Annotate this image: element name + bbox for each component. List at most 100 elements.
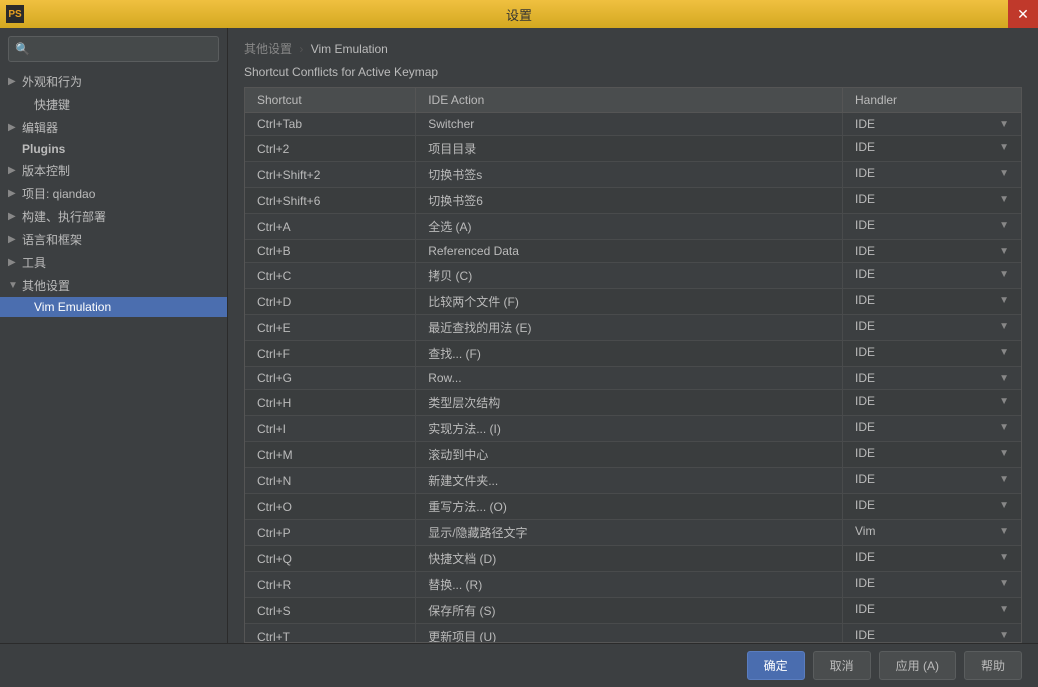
tree-arrow-icon: ▶ (8, 211, 18, 222)
handler-dropdown-icon[interactable]: ▼ (999, 142, 1009, 153)
table-row[interactable]: Ctrl+D比较两个文件 (F)IDE▼ (245, 289, 1021, 315)
sidebar-item-other[interactable]: ▼其他设置 (0, 274, 227, 297)
cell-handler[interactable]: IDE▼ (843, 188, 1021, 210)
sidebar-item-build[interactable]: ▶ 构建、执行部署 (0, 205, 227, 228)
close-button[interactable]: ✕ (1008, 0, 1038, 28)
window-title: 设置 (506, 5, 532, 24)
help-button[interactable]: 帮助 (964, 651, 1022, 680)
cancel-button[interactable]: 取消 (813, 651, 871, 680)
cell-handler[interactable]: IDE▼ (843, 442, 1021, 464)
cell-action: Switcher (416, 113, 843, 136)
handler-value: IDE (855, 218, 875, 232)
table-row[interactable]: Ctrl+P显示/隐藏路径文字Vim▼ (245, 520, 1021, 546)
table-row[interactable]: Ctrl+C拷贝 (C)IDE▼ (245, 263, 1021, 289)
cell-handler[interactable]: IDE▼ (843, 624, 1021, 643)
col-handler: Handler (843, 88, 1021, 113)
cell-handler[interactable]: IDE ▼ (843, 546, 1021, 568)
apply-button[interactable]: 应用 (A) (879, 651, 956, 680)
cell-handler[interactable]: IDE▼ (843, 598, 1021, 620)
table-row[interactable]: Ctrl+O重写方法... (O)IDE▼ (245, 494, 1021, 520)
table-row[interactable]: Ctrl+A全选 (A)IDE▼ (245, 214, 1021, 240)
cell-shortcut: Ctrl+Tab (245, 113, 416, 136)
tree-arrow-icon: ▶ (8, 76, 18, 87)
sidebar-tree: ▶外观和行为快捷键▶编辑器 Plugins ▶版本控制▶项目: qiandao ▶ 构建… (0, 70, 227, 643)
table-row[interactable]: Ctrl+BReferenced DataIDE▼ (245, 240, 1021, 263)
table-row[interactable]: Ctrl+E最近查找的用法 (E)IDE▼ (245, 315, 1021, 341)
handler-dropdown-icon[interactable]: ▼ (999, 604, 1009, 615)
handler-dropdown-icon[interactable]: ▼ (999, 373, 1009, 384)
sidebar-item-label: Plugins (22, 142, 65, 156)
handler-dropdown-icon[interactable]: ▼ (999, 220, 1009, 231)
handler-value: IDE (855, 550, 875, 564)
cell-handler[interactable]: IDE▼ (843, 572, 1021, 594)
table-row[interactable]: Ctrl+2项目目录IDE▼ (245, 136, 1021, 162)
table-row[interactable]: Ctrl+T更新项目 (U)IDE▼ (245, 624, 1021, 644)
cell-handler[interactable]: IDE▼ (843, 341, 1021, 363)
cell-handler[interactable]: IDE▼ (843, 416, 1021, 438)
table-row[interactable]: Ctrl+R替换... (R)IDE▼ (245, 572, 1021, 598)
handler-dropdown-icon[interactable]: ▼ (999, 347, 1009, 358)
cell-shortcut: Ctrl+O (245, 494, 416, 520)
table-row[interactable]: Ctrl+F查找... (F)IDE▼ (245, 341, 1021, 367)
cell-handler[interactable]: IDE▼ (843, 263, 1021, 285)
handler-dropdown-icon[interactable]: ▼ (999, 321, 1009, 332)
table-row[interactable]: Ctrl+Shift+6切换书签6IDE▼ (245, 188, 1021, 214)
handler-dropdown-icon[interactable]: ▼ (999, 578, 1009, 589)
search-box[interactable]: 🔍 (8, 36, 219, 62)
cell-handler[interactable]: Vim▼ (843, 520, 1021, 542)
sidebar-item-editor[interactable]: ▶编辑器 (0, 116, 227, 139)
search-input[interactable] (34, 42, 212, 56)
cell-handler[interactable]: IDE▼ (843, 315, 1021, 337)
sidebar-item-plugins[interactable]: Plugins (0, 139, 227, 159)
table-row[interactable]: Ctrl+Shift+2切换书签sIDE▼ (245, 162, 1021, 188)
handler-dropdown-icon[interactable]: ▼ (999, 396, 1009, 407)
handler-dropdown-icon[interactable]: ▼ (999, 552, 1009, 563)
cell-handler[interactable]: IDE▼ (843, 494, 1021, 516)
handler-dropdown-icon[interactable]: ▼ (999, 295, 1009, 306)
handler-dropdown-icon[interactable]: ▼ (999, 246, 1009, 257)
table-row[interactable]: Ctrl+TabSwitcherIDE▼ (245, 113, 1021, 136)
cell-handler[interactable]: IDE ▼ (843, 214, 1021, 236)
sidebar-item-keymap[interactable]: 快捷键 (0, 93, 227, 116)
handler-dropdown-icon[interactable]: ▼ (999, 168, 1009, 179)
table-row[interactable]: Ctrl+I实现方法... (I)IDE▼ (245, 416, 1021, 442)
ok-button[interactable]: 确定 (747, 651, 805, 680)
cell-handler[interactable]: IDE▼ (843, 113, 1021, 135)
handler-dropdown-icon[interactable]: ▼ (999, 422, 1009, 433)
handler-dropdown-icon[interactable]: ▼ (999, 269, 1009, 280)
handler-dropdown-icon[interactable]: ▼ (999, 630, 1009, 641)
sidebar-item-label: 构建、执行部署 (22, 208, 106, 225)
title-bar: PS 设置 ✕ (0, 0, 1038, 28)
cell-action: 保存所有 (S) (416, 598, 843, 624)
cell-handler[interactable]: IDE▼ (843, 289, 1021, 311)
table-row[interactable]: Ctrl+H类型层次结构IDE▼ (245, 390, 1021, 416)
handler-dropdown-icon[interactable]: ▼ (999, 194, 1009, 205)
table-row[interactable]: Ctrl+S保存所有 (S)IDE▼ (245, 598, 1021, 624)
sidebar-item-label: 其他设置 (22, 277, 70, 294)
cell-handler[interactable]: IDE▼ (843, 136, 1021, 158)
sidebar-item-project[interactable]: ▶项目: qiandao (0, 182, 227, 205)
breadcrumb: 其他设置 › Vim Emulation (228, 28, 1038, 63)
handler-dropdown-icon[interactable]: ▼ (999, 448, 1009, 459)
app-logo: PS (6, 5, 24, 23)
table-row[interactable]: Ctrl+Q快捷文档 (D)IDE▼ (245, 546, 1021, 572)
sidebar-item-appearance[interactable]: ▶外观和行为 (0, 70, 227, 93)
table-row[interactable]: Ctrl+GRow...IDE▼ (245, 367, 1021, 390)
cell-handler[interactable]: IDE▼ (843, 468, 1021, 490)
table-row[interactable]: Ctrl+N新建文件夹...IDE▼ (245, 468, 1021, 494)
handler-dropdown-icon[interactable]: ▼ (999, 119, 1009, 130)
handler-dropdown-icon[interactable]: ▼ (999, 474, 1009, 485)
cell-handler[interactable]: IDE▼ (843, 367, 1021, 389)
table-row[interactable]: Ctrl+M滚动到中心IDE▼ (245, 442, 1021, 468)
tree-arrow-icon: ▶ (8, 122, 18, 133)
cell-handler[interactable]: IDE▼ (843, 162, 1021, 184)
cell-handler[interactable]: IDE▼ (843, 390, 1021, 412)
handler-dropdown-icon[interactable]: ▼ (999, 526, 1009, 537)
sidebar-item-vcs[interactable]: ▶版本控制 (0, 159, 227, 182)
sidebar-item-vim[interactable]: Vim Emulation (0, 297, 227, 317)
sidebar-item-tools[interactable]: ▶工具 (0, 251, 227, 274)
cell-shortcut: Ctrl+Shift+6 (245, 188, 416, 214)
sidebar-item-lang[interactable]: ▶语言和框架 (0, 228, 227, 251)
cell-handler[interactable]: IDE▼ (843, 240, 1021, 262)
handler-dropdown-icon[interactable]: ▼ (999, 500, 1009, 511)
